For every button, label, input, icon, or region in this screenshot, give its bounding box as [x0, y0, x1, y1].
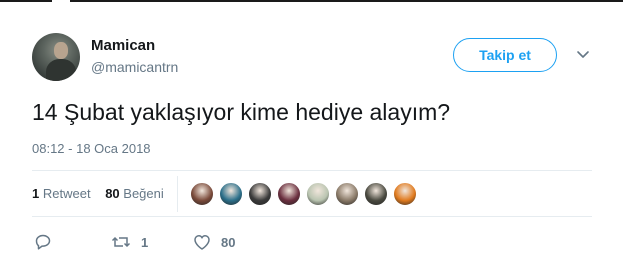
retweet-label[interactable]: Retweet [43, 186, 91, 201]
tweet-stats: 1 Retweet 80 Beğeni [32, 186, 164, 201]
divider-top [32, 170, 592, 171]
liker-avatar[interactable] [248, 182, 272, 206]
liker-avatar[interactable] [364, 182, 388, 206]
divider-bottom [32, 216, 592, 217]
avatar-face [54, 42, 68, 59]
retweet-icon [111, 236, 131, 248]
reply-button[interactable] [34, 232, 52, 252]
retweet-action-count: 1 [141, 234, 149, 250]
liker-avatar[interactable] [190, 182, 214, 206]
top-border-gap [52, 0, 70, 2]
follow-button[interactable]: Takip et [453, 38, 557, 72]
top-border [0, 0, 623, 2]
author-display-name[interactable]: Mamican [91, 37, 155, 54]
chevron-down-icon[interactable] [576, 50, 590, 60]
tweet-text: 14 Şubat yaklaşıyor kime hediye alayım? [32, 99, 451, 125]
liker-avatar[interactable] [393, 182, 417, 206]
tweet-timestamp[interactable]: 08:12 - 18 Oca 2018 [32, 141, 151, 156]
like-button[interactable]: 80 [192, 232, 235, 252]
like-count[interactable]: 80 [105, 186, 119, 201]
stats-divider [177, 176, 178, 212]
author-avatar[interactable] [32, 33, 80, 81]
avatar-body [46, 59, 76, 81]
liker-avatar[interactable] [306, 182, 330, 206]
liker-avatar[interactable] [277, 182, 301, 206]
like-label[interactable]: Beğeni [123, 186, 163, 201]
reply-icon [35, 234, 51, 250]
author-username[interactable]: @mamicantrn [91, 59, 178, 75]
liker-avatar[interactable] [335, 182, 359, 206]
liker-avatar[interactable] [219, 182, 243, 206]
heart-icon [194, 235, 210, 250]
like-action-count: 80 [221, 234, 236, 250]
retweet-count[interactable]: 1 [32, 186, 39, 201]
retweet-button[interactable]: 1 [110, 232, 148, 252]
